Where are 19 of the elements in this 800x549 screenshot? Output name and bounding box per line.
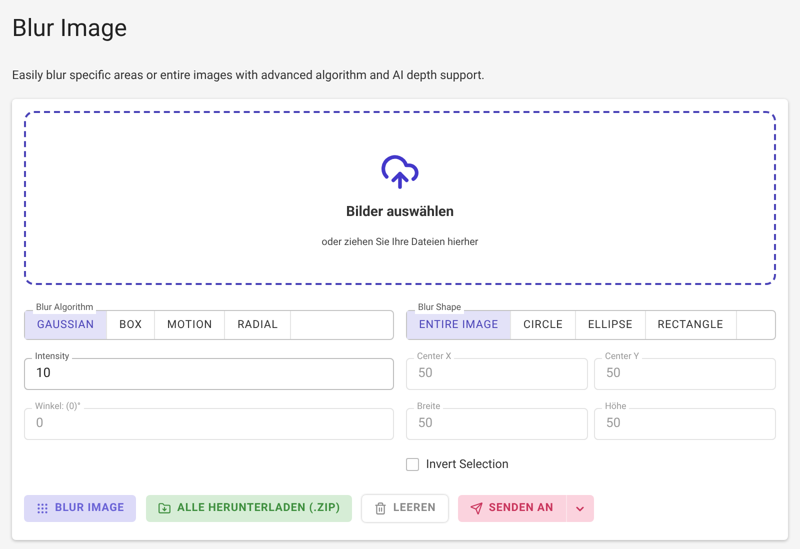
page-title: Blur Image [12,13,128,44]
invert-checkbox[interactable] [406,458,419,470]
field-label: Intensity [32,352,72,363]
group-label: Blur Algorithm [33,303,96,314]
folder-icon [158,502,172,515]
send-icon [470,502,483,515]
toggle-option[interactable]: ENTIRE IMAGE [407,311,512,339]
dropzone-heading: Bilder auswählen [346,203,454,222]
dropzone-hint: oder ziehen Sie Ihre Dateien hierher [322,236,478,250]
field-label: Winkel: (0)° [32,402,84,413]
dropzone[interactable]: Bilder auswählen oder ziehen Sie Ihre Dateien hierher [24,111,776,285]
trash-icon [374,502,388,515]
upload-cloud-icon [380,152,420,192]
grid-icon [36,502,49,515]
checkbox-label: Invert Selection [426,456,509,473]
page-description: Easily blur specific areas or entire images with advanced algorithm and AI depth support. [12,67,486,84]
group-label: Blur Shape [415,303,464,314]
dropdown-button[interactable] [566,495,594,522]
toggle-option[interactable]: GAUSSIAN [25,311,108,339]
